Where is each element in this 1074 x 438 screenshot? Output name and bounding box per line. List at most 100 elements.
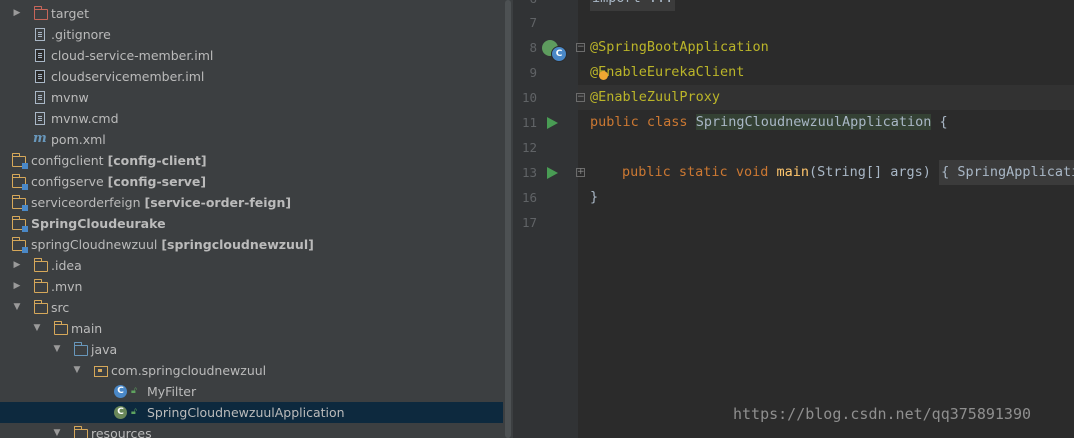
fold-collapse-icon[interactable]: − xyxy=(576,43,585,52)
tree-item-myfilter[interactable]: C 🔓︎ MyFilter xyxy=(0,381,503,402)
tree-item-package[interactable]: ▼ com.springcloudnewzuul xyxy=(0,360,503,381)
tree-item-label: java xyxy=(91,342,118,357)
tree-item-target[interactable]: ▶ target xyxy=(0,3,503,24)
folder-icon xyxy=(53,321,68,335)
tree-item-label: .idea xyxy=(51,258,82,273)
tree-item-pom[interactable]: m pom.xml xyxy=(0,129,503,150)
tree-item-module[interactable]: springCloudnewzuul [springcloudnewzuul] xyxy=(0,234,503,255)
tree-item-iml[interactable]: cloud-service-member.iml xyxy=(0,45,503,66)
lock-icon: 🔓︎ xyxy=(131,407,137,417)
tree-item-module[interactable]: serviceorderfeign [service-order-feign] xyxy=(0,192,503,213)
tree-item-mvn[interactable]: ▶ .mvn xyxy=(0,276,503,297)
source-folder-icon xyxy=(73,342,88,356)
tree-item-module[interactable]: configserve [config-serve] xyxy=(0,171,503,192)
maven-icon: m xyxy=(33,131,47,146)
intention-bulb-icon[interactable] xyxy=(599,71,608,80)
file-icon xyxy=(35,28,45,41)
keyword: static xyxy=(678,164,728,180)
file-icon xyxy=(35,91,45,104)
fold-collapse-icon[interactable]: − xyxy=(576,93,585,102)
folded-method-body[interactable]: { SpringApplicatio xyxy=(939,160,1074,185)
tree-item-src[interactable]: ▼ src xyxy=(0,297,503,318)
module-folder-icon xyxy=(11,237,28,253)
spring-boot-class-icon: C xyxy=(114,406,127,419)
folded-imports[interactable]: import ... xyxy=(590,0,676,11)
method-name: main xyxy=(776,164,810,180)
collapse-arrow-icon[interactable]: ▼ xyxy=(51,339,63,360)
line-number: 13 xyxy=(521,165,537,180)
annotation-text: @EnableZuulProxy xyxy=(590,89,721,105)
tree-scrollbar[interactable] xyxy=(503,0,513,438)
code-line-annotation[interactable]: @EnableZuulProxy xyxy=(590,85,720,110)
tree-item-mvnw[interactable]: mvnw xyxy=(0,87,503,108)
scrollbar-thumb[interactable] xyxy=(505,0,511,438)
code-line-main-method[interactable]: public static void main(String[] args) {… xyxy=(622,160,1074,185)
run-icon[interactable] xyxy=(547,167,558,179)
expand-arrow-icon[interactable]: ▶ xyxy=(11,276,23,297)
tree-item-label: SpringCloudeurake xyxy=(31,216,166,231)
code-line-annotation[interactable]: @EnableEurekaClient xyxy=(590,60,744,85)
tree-item-main[interactable]: ▼ main xyxy=(0,318,503,339)
keyword: void xyxy=(735,164,769,180)
params: (String[] args) xyxy=(809,164,931,180)
tree-item-label: SpringCloudnewzuulApplication xyxy=(147,405,345,420)
keyword: class xyxy=(646,114,688,130)
tree-item-module[interactable]: configclient [config-client] xyxy=(0,150,503,171)
tree-item-module[interactable]: SpringCloudeurake xyxy=(0,213,503,234)
tree-item-label: serviceorderfeign [service-order-feign] xyxy=(31,195,292,210)
line-number: 12 xyxy=(521,140,537,155)
folder-icon xyxy=(33,258,48,272)
collapse-arrow-icon[interactable]: ▼ xyxy=(71,360,83,381)
code-line-close[interactable]: } xyxy=(590,185,598,210)
keyword: public xyxy=(622,164,671,180)
line-number: 11 xyxy=(521,115,537,130)
tree-item-label: pom.xml xyxy=(51,132,106,147)
tree-item-label: mvnw.cmd xyxy=(51,111,119,126)
tree-item-resources[interactable]: ▼ resources xyxy=(0,423,503,438)
code-line-import[interactable]: import ... xyxy=(590,0,676,11)
collapse-arrow-icon[interactable]: ▼ xyxy=(51,423,63,438)
keyword: public xyxy=(590,114,639,130)
brace: { xyxy=(939,114,948,130)
module-folder-icon xyxy=(11,174,28,190)
brace: } xyxy=(590,189,599,205)
folder-icon xyxy=(33,300,48,314)
run-icon[interactable] xyxy=(547,117,558,129)
line-number: 10 xyxy=(521,90,537,105)
module-folder-icon xyxy=(11,195,28,211)
iml-file-icon xyxy=(35,49,45,62)
collapse-arrow-icon[interactable]: ▼ xyxy=(31,318,43,339)
lock-icon: 🔓︎ xyxy=(131,386,137,396)
tree-item-label: springCloudnewzuul [springcloudnewzuul] xyxy=(31,237,314,252)
iml-file-icon xyxy=(35,70,45,83)
tree-item-label: cloudservicemember.iml xyxy=(51,69,205,84)
annotation-text: @EnableEurekaClient xyxy=(590,64,745,80)
tree-item-label: MyFilter xyxy=(147,384,197,399)
line-number: 7 xyxy=(529,15,537,30)
tree-item-idea[interactable]: ▶ .idea xyxy=(0,255,503,276)
watermark-text: https://blog.csdn.net/qq375891390 xyxy=(733,405,1032,423)
project-tree-panel: ▶ target .gitignore cloud-service-member… xyxy=(0,0,503,438)
module-folder-icon xyxy=(11,153,28,169)
expand-arrow-icon[interactable]: ▶ xyxy=(11,255,23,276)
tree-item-label: com.springcloudnewzuul xyxy=(111,363,267,378)
line-number: 8 xyxy=(529,40,537,55)
tree-item-gitignore[interactable]: .gitignore xyxy=(0,24,503,45)
code-line-class-decl[interactable]: public class SpringCloudnewzuulApplicati… xyxy=(590,110,948,135)
tree-item-label: resources xyxy=(91,426,152,438)
tree-item-iml[interactable]: cloudservicemember.iml xyxy=(0,66,503,87)
code-line-annotation[interactable]: @SpringBootApplication xyxy=(590,35,769,60)
tree-item-label: configclient [config-client] xyxy=(31,153,207,168)
class-name: SpringCloudnewzuulApplication xyxy=(695,114,932,130)
collapse-arrow-icon[interactable]: ▼ xyxy=(11,297,23,318)
tree-item-application[interactable]: C 🔓︎ SpringCloudnewzuulApplication xyxy=(0,402,503,423)
tree-item-label: cloud-service-member.iml xyxy=(51,48,214,63)
expand-arrow-icon[interactable]: ▶ xyxy=(11,3,23,24)
folder-icon xyxy=(33,6,48,20)
tree-item-label: mvnw xyxy=(51,90,89,105)
fold-expand-icon[interactable]: + xyxy=(576,168,585,177)
tree-item-java[interactable]: ▼ java xyxy=(0,339,503,360)
tree-item-label: main xyxy=(71,321,103,336)
tree-item-mvnw-cmd[interactable]: mvnw.cmd xyxy=(0,108,503,129)
tree-item-label: target xyxy=(51,6,90,21)
